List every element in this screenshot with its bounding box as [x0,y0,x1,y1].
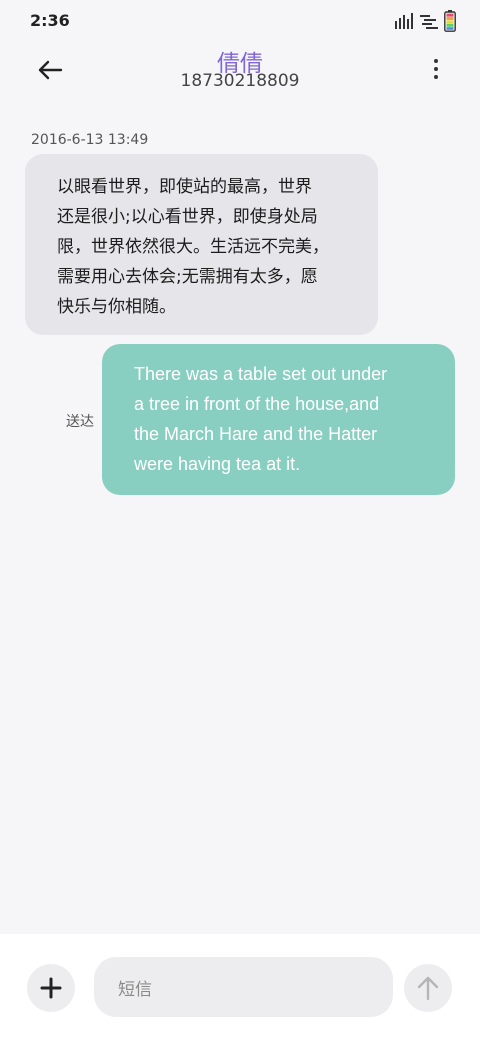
plus-icon [40,977,62,999]
message-line: the March Hare and the Hatter [134,424,378,444]
outgoing-message-bubble[interactable]: There was a table set out under a tree i… [102,344,455,495]
message-line: 限，世界依然很大。生活远不完美， [57,237,329,257]
send-button[interactable] [404,964,452,1012]
message-timestamp: 2016-6-13 13:49 [31,132,149,148]
status-time: 2:36 [30,11,70,30]
send-arrow-icon [417,976,439,1001]
signal-icon [394,13,414,33]
more-options-button[interactable] [428,54,444,84]
more-dot-icon [434,67,438,71]
status-bar: 2:36 [0,0,480,44]
contact-number: 18730218809 [180,71,300,91]
message-line: 还是很小;以心看世界，即使身处局 [57,207,318,227]
add-attachment-button[interactable] [27,964,75,1012]
more-dot-icon [434,75,438,79]
message-input[interactable]: 短信 [94,957,393,1017]
message-line: 需要用心去体会;无需拥有太多，愿 [57,267,318,287]
message-composer: 短信 [0,934,480,1040]
battery-icon [444,10,456,36]
message-line: 以眼看世界，即使站的最高，世界 [57,177,312,197]
delivery-status: 送达 [66,414,94,430]
message-line: There was a table set out under [134,364,388,384]
message-line: a tree in front of the house,and [134,394,380,414]
status-icons [394,10,456,36]
conversation-header: 倩倩 18730218809 [0,44,480,104]
incoming-message-bubble[interactable]: 以眼看世界，即使站的最高，世界 还是很小;以心看世界，即使身处局 限，世界依然很… [25,154,378,335]
wifi-icon [420,13,438,33]
message-line: 快乐与你相随。 [57,297,176,317]
message-input-placeholder: 短信 [118,979,152,1000]
more-dot-icon [434,59,438,63]
message-line: were having tea at it. [134,454,301,474]
